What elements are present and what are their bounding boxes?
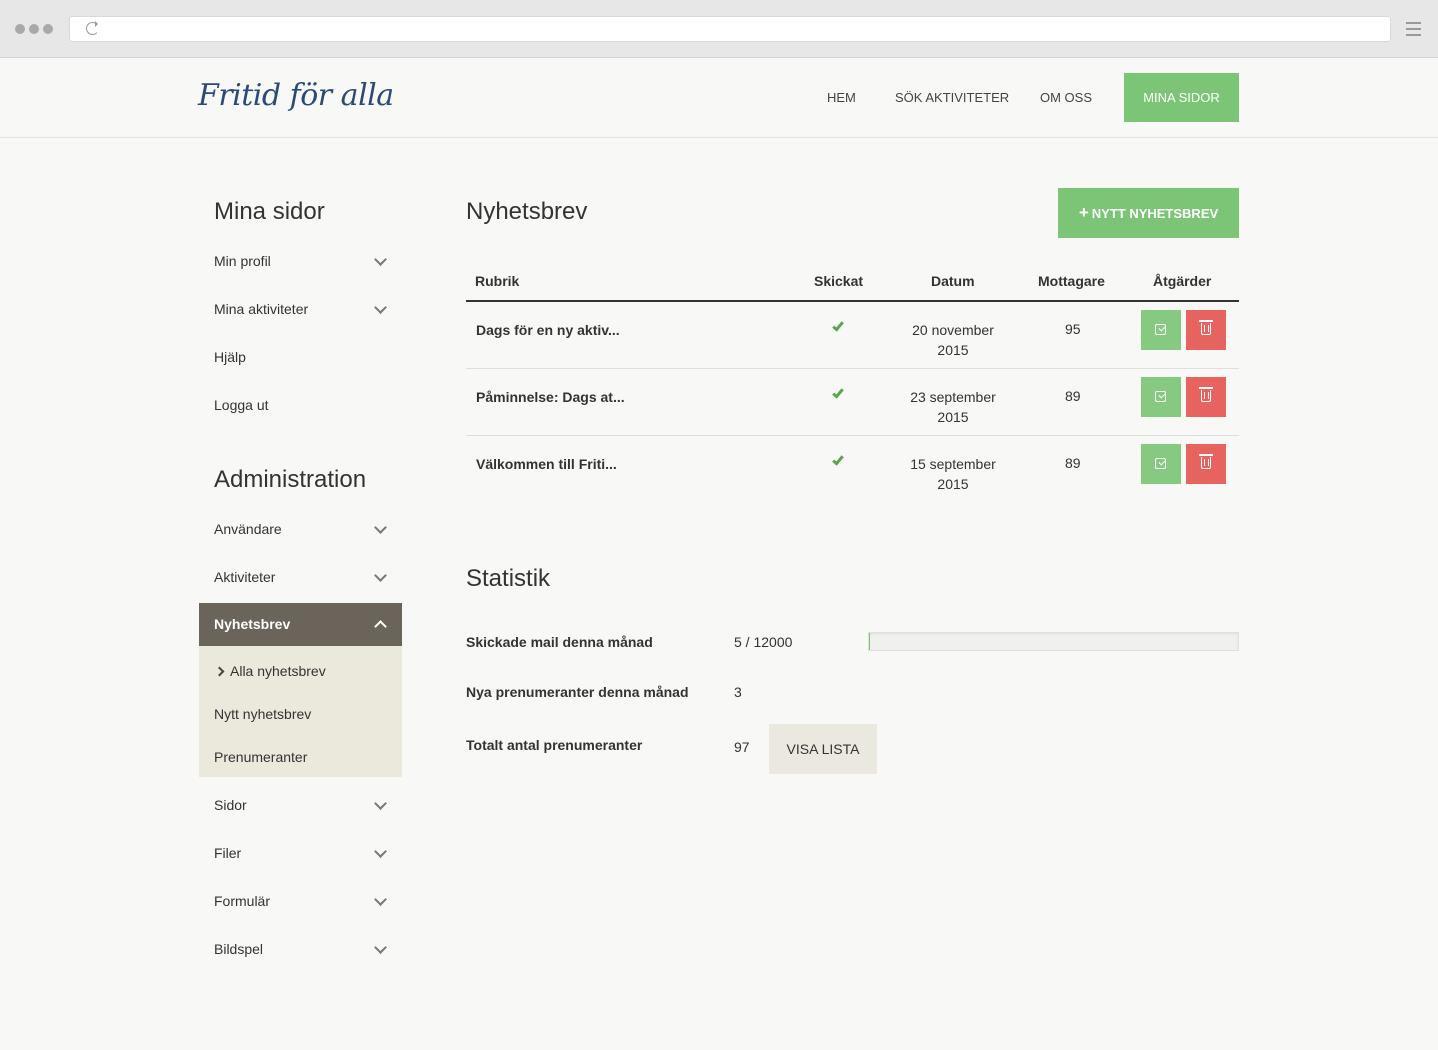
sidebar-item-label: Nyhetsbrev (214, 616, 291, 632)
trash-icon (1199, 387, 1213, 402)
button-label: NYTT NYHETSBREV (1091, 206, 1219, 221)
page-title: Nyhetsbrev (466, 198, 588, 225)
trash-icon (1199, 320, 1213, 335)
sent-progress-bar (868, 632, 1239, 651)
delete-button[interactable] (1186, 310, 1226, 350)
sidebar-item-bildspel[interactable]: Bildspel (214, 941, 263, 957)
chevron-right-icon (214, 666, 225, 677)
window-controls (15, 24, 53, 34)
row-title[interactable]: Påminnelse: Dags at... (476, 389, 625, 405)
window-dot[interactable] (15, 24, 25, 34)
column-header-mottagare: Mottagare (1038, 273, 1105, 289)
stat-new-value: 3 (734, 684, 742, 700)
trash-icon (1199, 454, 1213, 469)
site-header: Fritid för alla HEM SÖK AKTIVITETER OM O… (0, 58, 1438, 138)
submenu-item-alla-nyhetsbrev[interactable]: Alla nyhetsbrev (214, 663, 326, 679)
browser-chrome (0, 0, 1438, 58)
stat-sent-label: Skickade mail denna månad (466, 634, 653, 650)
sidebar-item-mina-aktiviteter[interactable]: Mina aktiviteter (214, 301, 308, 317)
new-newsletter-button[interactable]: + NYTT NYHETSBREV (1058, 188, 1239, 238)
column-header-atgarder: Åtgärder (1153, 273, 1212, 289)
row-divider (466, 368, 1239, 369)
sidebar-title-mina-sidor: Mina sidor (214, 198, 325, 225)
column-header-skickat: Skickat (814, 273, 864, 289)
logo[interactable]: Fritid för alla (198, 78, 394, 113)
chevron-down-icon[interactable] (374, 941, 387, 954)
edit-icon (1155, 324, 1166, 335)
chevron-up-icon[interactable] (374, 620, 387, 633)
stat-total-label: Totalt antal prenumeranter (466, 737, 643, 753)
submenu-item-label: Alla nyhetsbrev (230, 663, 326, 679)
nyhetsbrev-submenu: Alla nyhetsbrev Nytt nyhetsbrev Prenumer… (199, 646, 402, 777)
edit-icon (1155, 391, 1166, 402)
column-header-datum: Datum (931, 273, 975, 289)
chevron-down-icon[interactable] (374, 253, 387, 266)
column-header-rubrik: Rubrik (475, 273, 520, 289)
row-date: 23 september 2015 (910, 389, 996, 425)
nav-mina-sidor-button[interactable]: MINA SIDOR (1124, 73, 1239, 122)
chevron-down-icon[interactable] (374, 845, 387, 858)
submenu-item-nytt-nyhetsbrev[interactable]: Nytt nyhetsbrev (214, 706, 311, 722)
edit-button[interactable] (1141, 377, 1181, 417)
sidebar-item-formular[interactable]: Formulär (214, 893, 270, 909)
sidebar-item-sidor[interactable]: Sidor (214, 797, 247, 813)
reload-icon[interactable] (86, 21, 99, 35)
row-recipients: 95 (1065, 321, 1081, 337)
row-date: 15 september 2015 (910, 456, 996, 492)
row-title[interactable]: Dags för en ny aktiv... (476, 322, 620, 338)
chevron-down-icon[interactable] (374, 569, 387, 582)
row-date: 20 november 2015 (912, 322, 994, 358)
edit-button[interactable] (1141, 310, 1181, 350)
row-recipients: 89 (1065, 455, 1081, 471)
window-dot[interactable] (43, 24, 53, 34)
sidebar-item-filer[interactable]: Filer (214, 845, 241, 861)
delete-button[interactable] (1186, 377, 1226, 417)
chevron-down-icon[interactable] (374, 521, 387, 534)
row-divider (466, 435, 1239, 436)
stat-sent-value: 5 / 12000 (734, 634, 793, 650)
check-icon (832, 453, 844, 466)
chevron-down-icon[interactable] (374, 893, 387, 906)
chevron-down-icon[interactable] (374, 301, 387, 314)
sidebar-item-anvandare[interactable]: Användare (214, 521, 282, 537)
edit-icon (1155, 458, 1166, 469)
sidebar-item-hjalp[interactable]: Hjälp (214, 349, 246, 365)
nav-sok-aktiviteter[interactable]: SÖK AKTIVITETER (895, 90, 1009, 105)
check-icon (832, 386, 844, 399)
chevron-down-icon[interactable] (374, 797, 387, 810)
stat-new-label: Nya prenumeranter denna månad (466, 684, 689, 700)
stats-title: Statistik (466, 565, 551, 592)
menu-icon[interactable] (1406, 22, 1421, 40)
sidebar-item-nyhetsbrev[interactable]: Nyhetsbrev (199, 603, 402, 646)
check-icon (832, 319, 844, 332)
edit-button[interactable] (1141, 444, 1181, 484)
sidebar-title-administration: Administration (214, 466, 367, 493)
sidebar-item-logga-ut[interactable]: Logga ut (214, 397, 269, 413)
sidebar-item-aktiviteter[interactable]: Aktiviteter (214, 569, 275, 585)
nav-om-oss[interactable]: OM OSS (1040, 90, 1092, 105)
stat-total-value: 97 (734, 739, 750, 755)
table-header-divider (466, 300, 1239, 302)
show-list-button[interactable]: VISA LISTA (769, 724, 877, 774)
row-recipients: 89 (1065, 388, 1081, 404)
sidebar-item-min-profil[interactable]: Min profil (214, 253, 271, 269)
delete-button[interactable] (1186, 444, 1226, 484)
submenu-item-prenumeranter[interactable]: Prenumeranter (214, 749, 307, 765)
row-title[interactable]: Välkommen till Friti... (476, 456, 617, 472)
plus-icon: + (1078, 203, 1089, 222)
address-bar[interactable] (69, 16, 1391, 42)
window-dot[interactable] (29, 24, 39, 34)
nav-hem[interactable]: HEM (827, 90, 856, 105)
